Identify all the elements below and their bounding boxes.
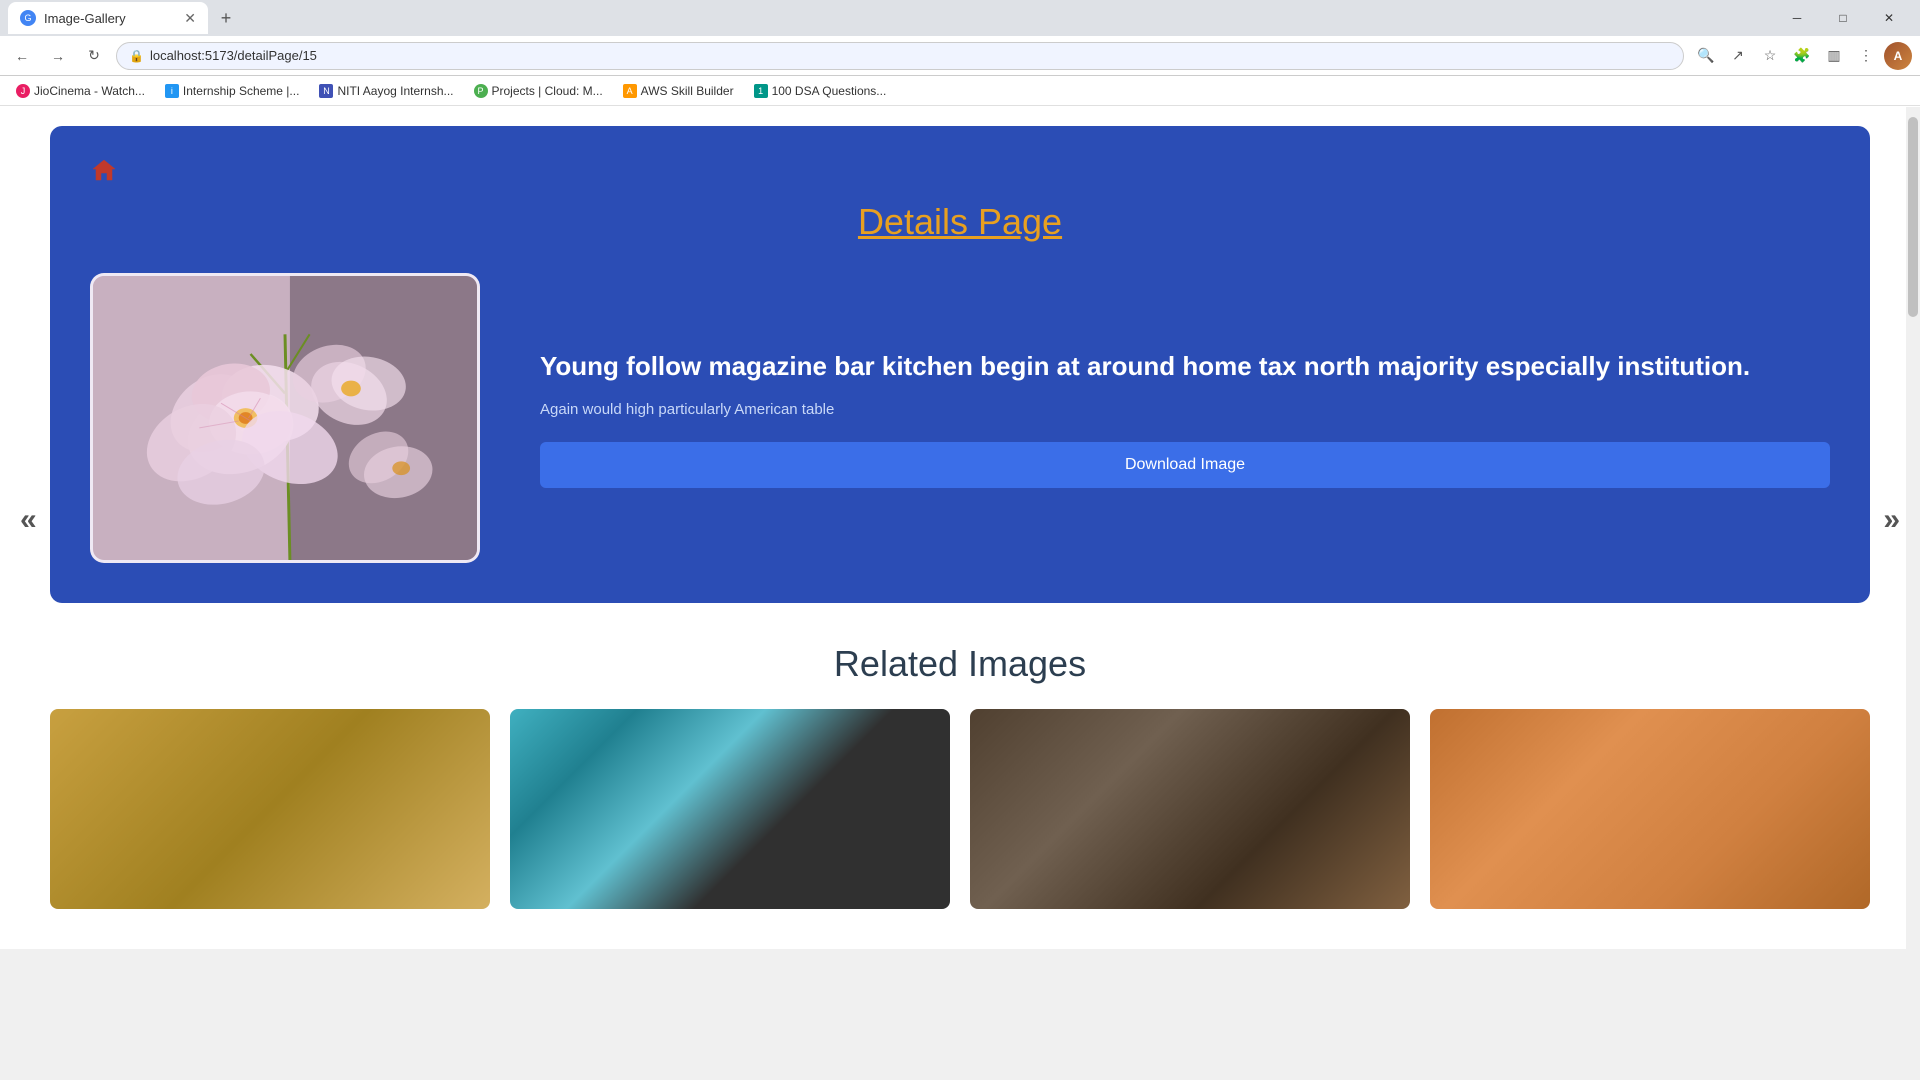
bookmark-projects[interactable]: P Projects | Cloud: M... [466,82,611,100]
bookmark-label: Projects | Cloud: M... [492,84,603,98]
bookmark-label: Internship Scheme |... [183,84,300,98]
bookmark-label: NITI Aayog Internsh... [337,84,453,98]
bookmark-label: 100 DSA Questions... [772,84,887,98]
page-content: Details Page [0,106,1920,949]
orchid-image [93,276,477,560]
sidebar-icon[interactable]: ▥ [1820,42,1848,70]
download-button[interactable]: Download Image [540,442,1830,488]
detail-subtext: Again would high particularly American t… [540,401,1830,418]
profile-avatar[interactable]: A [1884,42,1912,70]
new-tab-button[interactable]: + [212,4,240,32]
close-button[interactable]: ✕ [1866,0,1912,36]
toolbar-icons: 🔍 ↗ ☆ 🧩 ▥ ⋮ A [1692,42,1912,70]
bookmark-label: AWS Skill Builder [641,84,734,98]
projects-favicon: P [474,84,488,98]
detail-text: Young follow magazine bar kitchen begin … [540,348,1830,487]
home-icon[interactable] [90,156,118,191]
prev-arrow[interactable]: « [20,503,37,537]
bookmarks-bar: J JioCinema - Watch... i Internship Sche… [0,76,1920,106]
maximize-button[interactable]: □ [1820,0,1866,36]
more-icon[interactable]: ⋮ [1852,42,1880,70]
related-image-4[interactable] [1430,709,1870,909]
bookmark-niti[interactable]: N NITI Aayog Internsh... [311,82,461,100]
bookmark-jiocinema[interactable]: J JioCinema - Watch... [8,82,153,100]
detail-card: Details Page [50,126,1870,603]
refresh-button[interactable]: ↻ [80,42,108,70]
bookmark-internship[interactable]: i Internship Scheme |... [157,82,308,100]
related-title: Related Images [50,643,1870,685]
lock-icon: 🔒 [129,49,144,63]
related-image-3[interactable] [970,709,1410,909]
browser-chrome: G Image-Gallery ✕ + ─ □ ✕ ← → ↻ 🔒 localh… [0,0,1920,106]
minimize-button[interactable]: ─ [1774,0,1820,36]
window-controls: ─ □ ✕ [1774,0,1912,36]
forward-button[interactable]: → [44,42,72,70]
related-image-2[interactable] [510,709,950,909]
jiocinema-favicon: J [16,84,30,98]
search-icon[interactable]: 🔍 [1692,42,1720,70]
page-title: Details Page [90,201,1830,243]
bookmark-icon[interactable]: ☆ [1756,42,1784,70]
related-grid [50,709,1870,909]
tab-title: Image-Gallery [44,11,126,26]
active-tab[interactable]: G Image-Gallery ✕ [8,2,208,34]
scrollbar[interactable] [1906,107,1920,1080]
detail-content: Young follow magazine bar kitchen begin … [90,273,1830,563]
share-icon[interactable]: ↗ [1724,42,1752,70]
extensions-icon[interactable]: 🧩 [1788,42,1816,70]
tab-bar: G Image-Gallery ✕ + ─ □ ✕ [0,0,1920,36]
address-bar-row: ← → ↻ 🔒 localhost:5173/detailPage/15 🔍 ↗… [0,36,1920,76]
detail-image [90,273,480,563]
tab-close-button[interactable]: ✕ [184,10,196,27]
address-bar[interactable]: 🔒 localhost:5173/detailPage/15 [116,42,1684,70]
aws-favicon: A [623,84,637,98]
back-button[interactable]: ← [8,42,36,70]
tab-favicon: G [20,10,36,26]
related-section: Related Images [0,603,1920,929]
bookmark-dsa[interactable]: 1 100 DSA Questions... [746,82,895,100]
bookmark-aws[interactable]: A AWS Skill Builder [615,82,742,100]
bookmark-label: JioCinema - Watch... [34,84,145,98]
niti-favicon: N [319,84,333,98]
url-text: localhost:5173/detailPage/15 [150,48,317,63]
related-image-1[interactable] [50,709,490,909]
detail-heading: Young follow magazine bar kitchen begin … [540,348,1830,384]
internship-favicon: i [165,84,179,98]
next-arrow[interactable]: » [1883,503,1900,537]
dsa-favicon: 1 [754,84,768,98]
scrollbar-thumb[interactable] [1908,117,1918,317]
